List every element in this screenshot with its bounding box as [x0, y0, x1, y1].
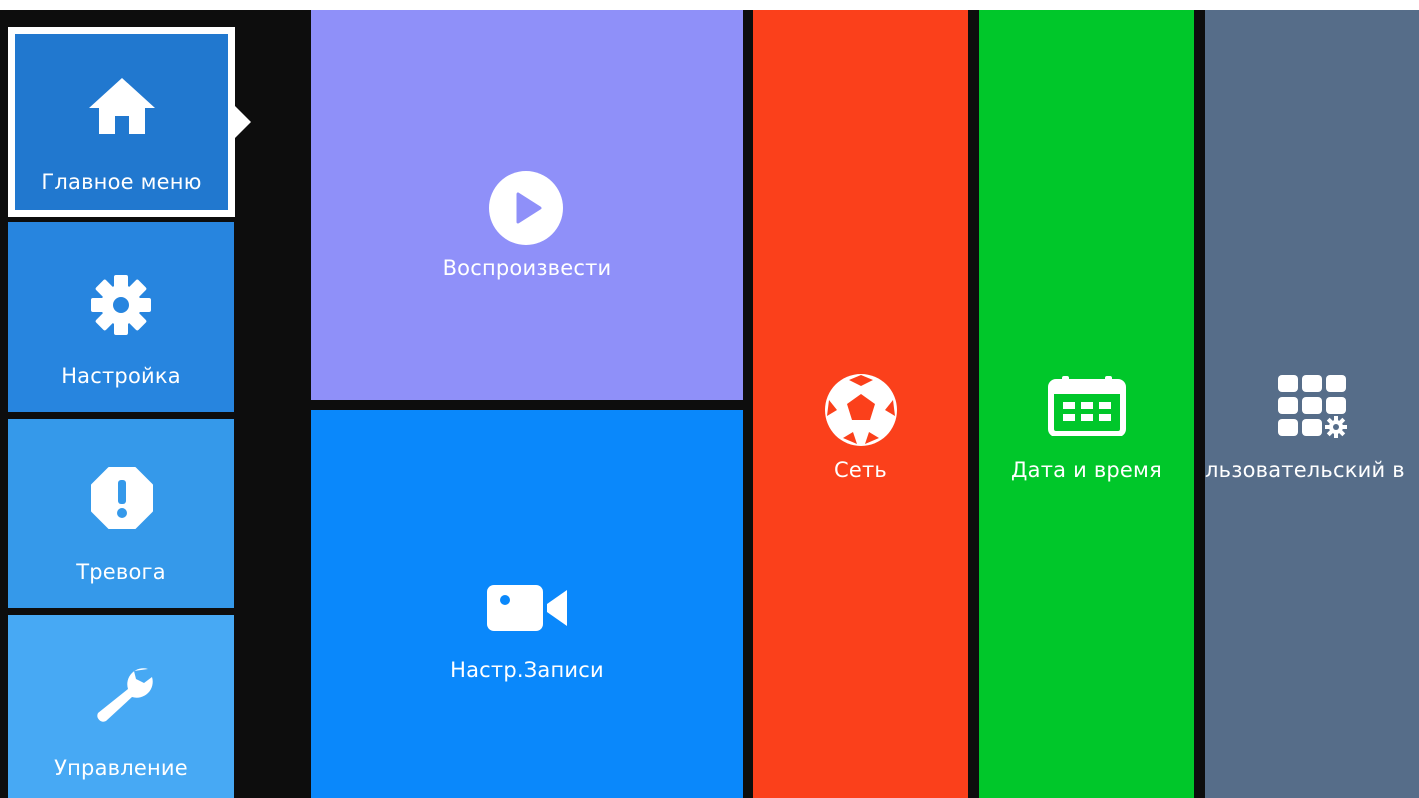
- sidebar-item-label: Главное меню: [41, 170, 202, 194]
- tile-playback[interactable]: Воспроизвести: [311, 10, 743, 400]
- tile-network[interactable]: Сеть: [753, 10, 968, 798]
- tile-date-time[interactable]: Дата и время: [979, 10, 1194, 798]
- tile-label: Настр.Записи: [450, 658, 604, 682]
- sidebar-item-label: Настройка: [61, 364, 181, 388]
- tile-label: Дата и время: [1011, 458, 1162, 482]
- sidebar-item-manage[interactable]: Управление: [8, 615, 234, 798]
- sidebar-item-settings[interactable]: Настройка: [8, 222, 234, 412]
- network-ball-icon: [825, 374, 897, 446]
- calendar-icon: [1048, 376, 1126, 436]
- sidebar-item-label: Управление: [54, 756, 188, 780]
- selection-arrow: [235, 106, 251, 138]
- top-strip: [0, 0, 1419, 10]
- tile-label: Воспроизвести: [442, 256, 612, 280]
- play-icon: [489, 171, 563, 245]
- wrench-icon: [97, 668, 153, 722]
- tile-label: Сеть: [834, 458, 887, 482]
- sidebar-item-alarm[interactable]: Тревога: [8, 419, 234, 608]
- tile-label: льзовательский в: [1205, 458, 1405, 482]
- tile-custom-view[interactable]: льзовательский в: [1205, 10, 1419, 798]
- sidebar-item-label: Тревога: [76, 560, 166, 584]
- tile-record-settings[interactable]: Настр.Записи: [311, 410, 743, 798]
- alert-icon: [91, 467, 153, 529]
- gear-icon: [91, 275, 151, 335]
- sidebar-item-main-menu[interactable]: Главное меню: [8, 27, 235, 217]
- grid-gear-icon: [1278, 375, 1347, 438]
- home-icon: [89, 78, 155, 134]
- video-camera-icon: [487, 585, 567, 631]
- dvr-main-menu: Главное меню Настройка Тревога Управлени…: [0, 0, 1419, 798]
